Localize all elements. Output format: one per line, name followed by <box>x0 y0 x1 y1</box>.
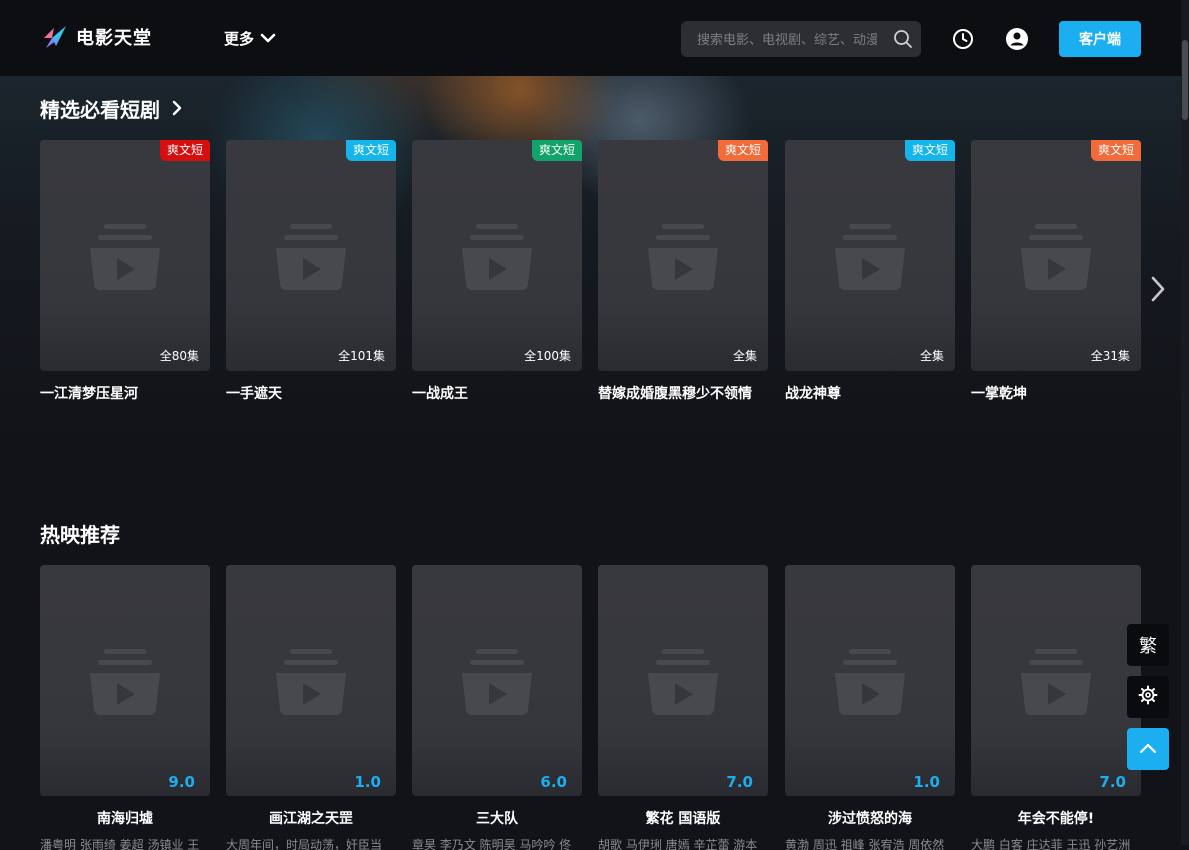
video-placeholder-icon <box>462 224 532 294</box>
episode-count: 全31集 <box>1090 349 1130 363</box>
cast-line: 胡歌 马伊琍 唐嫣 辛芷蕾 游本 <box>598 838 758 850</box>
card-title[interactable]: 一江清梦压星河 <box>40 383 210 403</box>
short-card[interactable]: 爽文短 全集 战龙神尊 <box>785 140 955 403</box>
episode-count: 全100集 <box>524 349 571 363</box>
hot-title-text: 热映推荐 <box>40 523 120 547</box>
poster[interactable]: 9.0 <box>40 565 210 796</box>
chevron-down-icon <box>260 30 276 48</box>
logo-icon <box>42 24 68 50</box>
back-to-top-button[interactable] <box>1127 728 1169 770</box>
movie-card[interactable]: 1.0 涉过愤怒的海 黄渤 周迅 祖峰 张宥浩 周依然 <box>785 565 955 850</box>
poster[interactable]: 6.0 <box>412 565 582 796</box>
shorts-section-title[interactable]: 精选必看短剧 <box>40 94 182 123</box>
hot-section-title: 热映推荐 <box>40 519 120 548</box>
cast-line: 大鹏 白客 庄达菲 王迅 孙艺洲 <box>971 838 1131 850</box>
video-placeholder-icon <box>276 224 346 294</box>
video-placeholder-icon <box>90 224 160 294</box>
more-label: 更多 <box>224 30 255 48</box>
poster[interactable]: 爽文短 全100集 <box>412 140 582 371</box>
traditional-chinese-button[interactable]: 繁 <box>1127 624 1169 666</box>
video-placeholder-icon <box>648 649 718 719</box>
cast-line: 黄渤 周迅 祖峰 张宥浩 周依然 <box>785 838 945 850</box>
chevron-up-icon <box>1138 739 1158 760</box>
short-card[interactable]: 爽文短 全101集 一手遮天 <box>226 140 396 403</box>
rating-score: 1.0 <box>354 773 381 791</box>
history-icon[interactable] <box>951 27 975 51</box>
cast-line: 大周年间，时局动荡，奸臣当 <box>226 838 383 850</box>
page-scrollbar[interactable] <box>1181 0 1189 845</box>
video-placeholder-icon <box>1021 224 1091 294</box>
card-title[interactable]: 一掌乾坤 <box>971 383 1141 403</box>
video-placeholder-icon <box>1021 649 1091 719</box>
more-menu[interactable]: 更多 <box>224 28 276 49</box>
card-title[interactable]: 一战成王 <box>412 383 582 403</box>
poster[interactable]: 爽文短 全集 <box>785 140 955 371</box>
poster[interactable]: 爽文短 全101集 <box>226 140 396 371</box>
card-title[interactable]: 画江湖之天罡 <box>226 808 396 828</box>
poster[interactable]: 爽文短 全80集 <box>40 140 210 371</box>
card-title[interactable]: 年会不能停! <box>971 808 1141 828</box>
rating-score: 7.0 <box>726 773 753 791</box>
poster[interactable]: 7.0 <box>971 565 1141 796</box>
top-nav: 电影天堂 更多 客户端 <box>0 0 1181 76</box>
video-placeholder-icon <box>835 649 905 719</box>
user-icon[interactable] <box>1005 27 1029 51</box>
card-title[interactable]: 繁花 国语版 <box>598 808 768 828</box>
card-title[interactable]: 替嫁成婚腹黑穆少不领情 <box>598 383 768 403</box>
video-placeholder-icon <box>276 649 346 719</box>
short-card[interactable]: 爽文短 全80集 一江清梦压星河 <box>40 140 210 403</box>
poster[interactable]: 1.0 <box>226 565 396 796</box>
genre-badge: 爽文短 <box>1090 140 1141 161</box>
poster[interactable]: 爽文短 全集 <box>598 140 768 371</box>
genre-badge: 爽文短 <box>345 140 396 161</box>
genre-badge: 爽文短 <box>159 140 210 161</box>
video-placeholder-icon <box>462 649 532 719</box>
short-card[interactable]: 爽文短 全集 替嫁成婚腹黑穆少不领情 <box>598 140 768 403</box>
site-logo[interactable]: 电影天堂 <box>42 24 152 50</box>
poster[interactable]: 1.0 <box>785 565 955 796</box>
genre-badge: 爽文短 <box>717 140 768 161</box>
logo-text: 电影天堂 <box>76 28 152 49</box>
rating-score: 6.0 <box>540 773 567 791</box>
poster[interactable]: 7.0 <box>598 565 768 796</box>
short-card[interactable]: 爽文短 全100集 一战成王 <box>412 140 582 403</box>
scrollbar-thumb[interactable] <box>1182 40 1188 120</box>
movie-card[interactable]: 7.0 繁花 国语版 胡歌 马伊琍 唐嫣 辛芷蕾 游本 <box>598 565 768 850</box>
short-card[interactable]: 爽文短 全31集 一掌乾坤 <box>971 140 1141 403</box>
cast-line: 章昊 李乃文 陈明昊 马吟吟 佟 <box>412 838 572 850</box>
card-title[interactable]: 涉过愤怒的海 <box>785 808 955 828</box>
search-input[interactable] <box>695 21 879 59</box>
card-title[interactable]: 战龙神尊 <box>785 383 955 403</box>
episode-count: 全集 <box>732 349 757 363</box>
episode-count: 全101集 <box>338 349 385 363</box>
episode-count: 全80集 <box>159 349 199 363</box>
video-placeholder-icon <box>90 649 160 719</box>
card-title[interactable]: 一手遮天 <box>226 383 396 403</box>
poster[interactable]: 爽文短 全31集 <box>971 140 1141 371</box>
movie-card[interactable]: 1.0 画江湖之天罡 大周年间，时局动荡，奸臣当 <box>226 565 396 850</box>
settings-button[interactable] <box>1127 676 1169 718</box>
cast-line: 潘粤明 张雨绮 姜超 汤镇业 王 <box>40 838 200 850</box>
genre-badge: 爽文短 <box>904 140 955 161</box>
video-placeholder-icon <box>835 224 905 294</box>
movie-card[interactable]: 7.0 年会不能停! 大鹏 白客 庄达菲 王迅 孙艺洲 <box>971 565 1141 850</box>
gear-icon <box>1138 685 1158 710</box>
movie-card[interactable]: 9.0 南海归墟 潘粤明 张雨绮 姜超 汤镇业 王 <box>40 565 210 850</box>
shorts-title-text: 精选必看短剧 <box>40 98 160 122</box>
video-placeholder-icon <box>648 224 718 294</box>
movie-card[interactable]: 6.0 三大队 章昊 李乃文 陈明昊 马吟吟 佟 <box>412 565 582 850</box>
rating-score: 7.0 <box>1099 773 1126 791</box>
rating-score: 9.0 <box>168 773 195 791</box>
rating-score: 1.0 <box>913 773 940 791</box>
client-download-button[interactable]: 客户端 <box>1059 21 1141 57</box>
search-box <box>681 21 921 59</box>
carousel-next-icon[interactable] <box>1148 274 1168 308</box>
card-title[interactable]: 三大队 <box>412 808 582 828</box>
genre-badge: 爽文短 <box>531 140 582 161</box>
search-icon[interactable] <box>893 29 913 53</box>
episode-count: 全集 <box>919 349 944 363</box>
chevron-right-icon <box>172 97 182 121</box>
card-title[interactable]: 南海归墟 <box>40 808 210 828</box>
